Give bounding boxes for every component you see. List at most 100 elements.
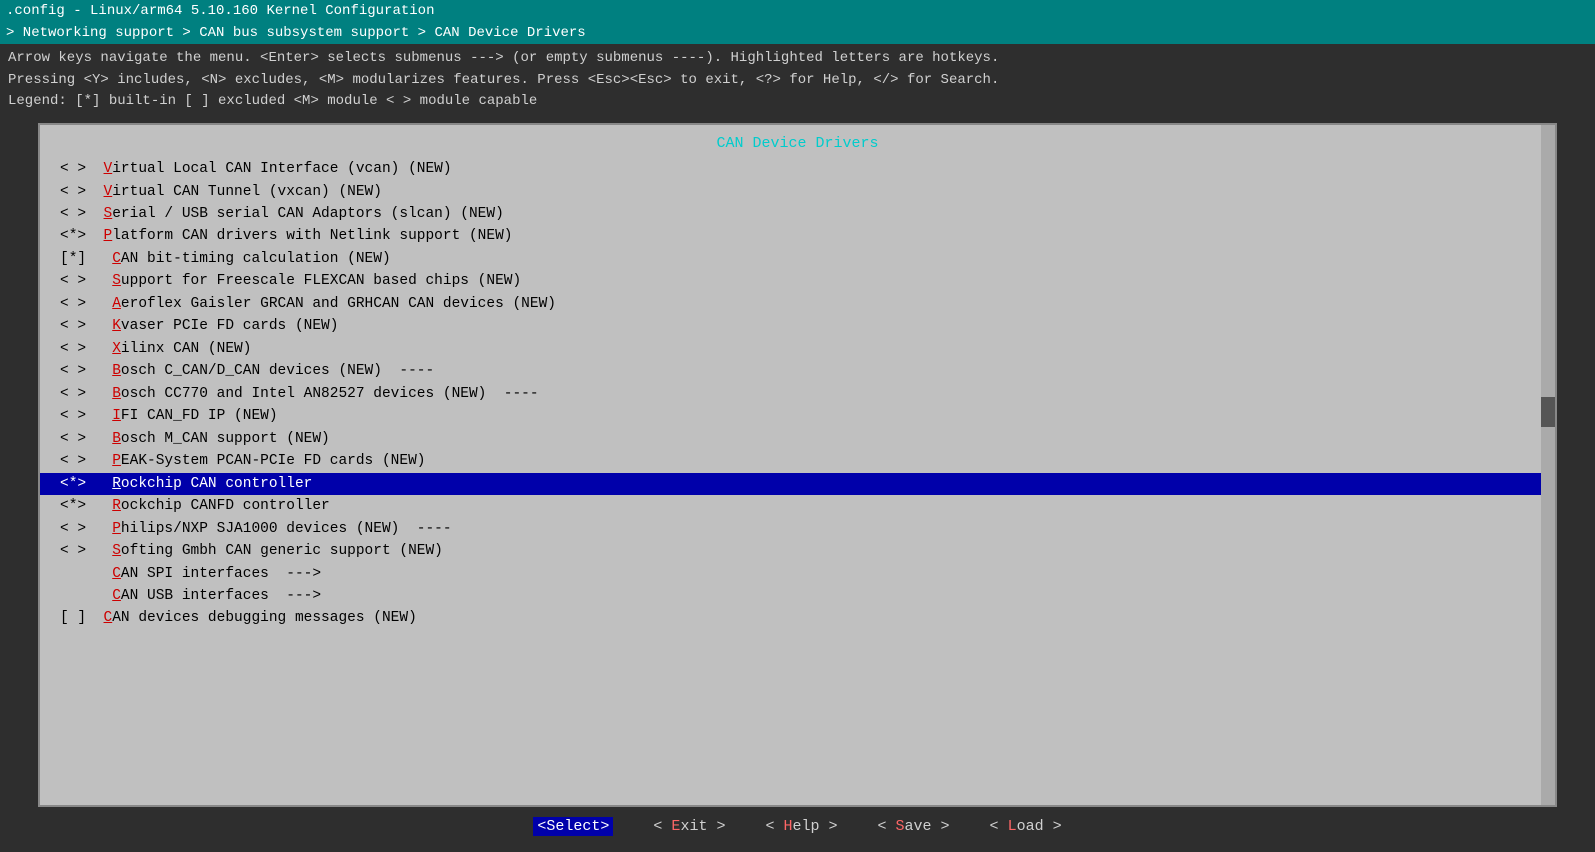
window-title: .config - Linux/arm64 5.10.160 Kernel Co… (6, 3, 434, 19)
menu-item-suffix-canusb: AN USB interfaces ---> (121, 588, 321, 604)
scrollbar-thumb[interactable] (1541, 397, 1555, 427)
menu-item-hotkey-cantiming: C (112, 251, 121, 267)
menu-item-hotkey-pcanpcie: P (112, 453, 121, 469)
menu-item-bosch770[interactable]: < > Bosch CC770 and Intel AN82527 device… (40, 383, 1555, 405)
menu-title: CAN Device Drivers (40, 135, 1555, 152)
menu-item-prefix-xilinx: < > (60, 341, 112, 357)
help-button[interactable]: < Help > (765, 818, 837, 835)
help-hotkey: H (783, 818, 792, 835)
menu-item-hotkey-softing: S (112, 543, 121, 559)
bottom-buttons: <Select> < Exit > < Help > < Save > < Lo… (8, 807, 1587, 844)
menu-item-prefix-boschccan: < > (60, 363, 112, 379)
help-text: Arrow keys navigate the menu. <Enter> se… (8, 44, 1587, 117)
menu-item-rockchipfd[interactable]: <*> Rockchip CANFD controller (40, 495, 1555, 517)
menu-item-suffix-pcanpcie: EAK-System PCAN-PCIe FD cards (NEW) (121, 453, 426, 469)
menu-item-grcan[interactable]: < > Aeroflex Gaisler GRCAN and GRHCAN CA… (40, 293, 1555, 315)
menu-item-rockchip[interactable]: <*> Rockchip CAN controller (40, 473, 1555, 495)
menu-item-platcan[interactable]: <*> Platform CAN drivers with Netlink su… (40, 225, 1555, 247)
menu-item-hotkey-rockchip: R (112, 476, 121, 492)
menu-item-hotkey-candebug: C (104, 610, 113, 626)
menu-item-prefix-slcan: < > (60, 206, 104, 222)
menu-item-prefix-sja1000: < > (60, 521, 112, 537)
menu-item-suffix-vxcan: irtual CAN Tunnel (vxcan) (NEW) (112, 184, 382, 200)
menu-item-hotkey-vcan: V (104, 161, 113, 177)
menu-item-hotkey-ifi: I (112, 408, 121, 424)
menu-item-suffix-rockchipfd: ockchip CANFD controller (121, 498, 330, 514)
menu-item-prefix-bosch770: < > (60, 386, 112, 402)
menu-item-canusb[interactable]: CAN USB interfaces ---> (40, 585, 1555, 607)
menu-item-suffix-bosch770: osch CC770 and Intel AN82527 devices (NE… (121, 386, 539, 402)
menu-item-suffix-xilinx: ilinx CAN (NEW) (121, 341, 252, 357)
menu-item-suffix-boschccan: osch C_CAN/D_CAN devices (NEW) ---- (121, 363, 434, 379)
menu-item-hotkey-sja1000: P (112, 521, 121, 537)
menu-item-pcanpcie[interactable]: < > PEAK-System PCAN-PCIe FD cards (NEW) (40, 450, 1555, 472)
menu-item-suffix-platcan: latform CAN drivers with Netlink support… (112, 228, 512, 244)
save-button[interactable]: < Save > (878, 818, 950, 835)
menu-item-hotkey-platcan: P (104, 228, 113, 244)
menu-item-kvaser[interactable]: < > Kvaser PCIe FD cards (NEW) (40, 315, 1555, 337)
menu-item-hotkey-mcan: B (112, 431, 121, 447)
menu-item-canspi[interactable]: CAN SPI interfaces ---> (40, 563, 1555, 585)
menu-item-boschccan[interactable]: < > Bosch C_CAN/D_CAN devices (NEW) ---- (40, 360, 1555, 382)
menu-item-prefix-pcanpcie: < > (60, 453, 112, 469)
menu-item-slcan[interactable]: < > Serial / USB serial CAN Adaptors (sl… (40, 203, 1555, 225)
menu-item-suffix-vcan: irtual Local CAN Interface (vcan) (NEW) (112, 161, 451, 177)
menu-item-hotkey-canusb: C (112, 588, 121, 604)
menu-item-hotkey-vxcan: V (104, 184, 113, 200)
save-hotkey: S (896, 818, 905, 835)
help-line1: Arrow keys navigate the menu. <Enter> se… (8, 48, 1587, 70)
title-bar: .config - Linux/arm64 5.10.160 Kernel Co… (0, 0, 1595, 22)
menu-item-prefix-canusb (60, 588, 112, 604)
menu-item-cantiming[interactable]: [*] CAN bit-timing calculation (NEW) (40, 248, 1555, 270)
terminal: .config - Linux/arm64 5.10.160 Kernel Co… (0, 0, 1595, 852)
menu-item-softing[interactable]: < > Softing Gmbh CAN generic support (NE… (40, 540, 1555, 562)
menu-item-prefix-vcan: < > (60, 161, 104, 177)
menu-item-prefix-candebug: [ ] (60, 610, 104, 626)
menu-item-suffix-grcan: eroflex Gaisler GRCAN and GRHCAN CAN dev… (121, 296, 556, 312)
menu-item-vxcan[interactable]: < > Virtual CAN Tunnel (vxcan) (NEW) (40, 181, 1555, 203)
menu-item-suffix-cantiming: AN bit-timing calculation (NEW) (121, 251, 391, 267)
menu-item-suffix-canspi: AN SPI interfaces ---> (121, 566, 321, 582)
menu-item-suffix-mcan: osch M_CAN support (NEW) (121, 431, 330, 447)
menu-item-suffix-rockchip: ockchip CAN controller (121, 476, 312, 492)
menu-item-hotkey-rockchipfd: R (112, 498, 121, 514)
menu-item-suffix-slcan: erial / USB serial CAN Adaptors (slcan) … (112, 206, 504, 222)
menu-item-prefix-softing: < > (60, 543, 112, 559)
scrollbar[interactable] (1541, 125, 1555, 805)
help-line2: Pressing <Y> includes, <N> excludes, <M>… (8, 70, 1587, 92)
select-button[interactable]: <Select> (533, 817, 613, 836)
menu-item-sja1000[interactable]: < > Philips/NXP SJA1000 devices (NEW) --… (40, 518, 1555, 540)
menu-item-prefix-vxcan: < > (60, 184, 104, 200)
menu-item-prefix-rockchip: <*> (60, 476, 112, 492)
menu-item-hotkey-grcan: A (112, 296, 121, 312)
menu-item-suffix-sja1000: hilips/NXP SJA1000 devices (NEW) ---- (121, 521, 452, 537)
menu-item-prefix-canspi (60, 566, 112, 582)
menu-item-hotkey-kvaser: K (112, 318, 121, 334)
menu-item-hotkey-bosch770: B (112, 386, 121, 402)
menu-item-prefix-platcan: <*> (60, 228, 104, 244)
menu-item-suffix-softing: ofting Gmbh CAN generic support (NEW) (121, 543, 443, 559)
menu-item-prefix-flexcan: < > (60, 273, 112, 289)
breadcrumb-bar: > Networking support > CAN bus subsystem… (0, 22, 1595, 44)
menu-item-suffix-candebug: AN devices debugging messages (NEW) (112, 610, 417, 626)
menu-item-hotkey-slcan: S (104, 206, 113, 222)
menu-item-prefix-cantiming: [*] (60, 251, 112, 267)
menu-item-hotkey-xilinx: X (112, 341, 121, 357)
menu-item-flexcan[interactable]: < > Support for Freescale FLEXCAN based … (40, 270, 1555, 292)
menu-item-candebug[interactable]: [ ] CAN devices debugging messages (NEW) (40, 607, 1555, 629)
menu-item-prefix-grcan: < > (60, 296, 112, 312)
menu-item-prefix-mcan: < > (60, 431, 112, 447)
menu-item-suffix-ifi: FI CAN_FD IP (NEW) (121, 408, 278, 424)
load-button[interactable]: < Load > (990, 818, 1062, 835)
menu-item-prefix-rockchipfd: <*> (60, 498, 112, 514)
menu-item-xilinx[interactable]: < > Xilinx CAN (NEW) (40, 338, 1555, 360)
menu-item-prefix-ifi: < > (60, 408, 112, 424)
exit-button[interactable]: < Exit > (653, 818, 725, 835)
menu-item-vcan[interactable]: < > Virtual Local CAN Interface (vcan) (… (40, 158, 1555, 180)
menu-item-hotkey-canspi: C (112, 566, 121, 582)
menu-box: CAN Device Drivers < > Virtual Local CAN… (38, 123, 1557, 807)
menu-item-ifi[interactable]: < > IFI CAN_FD IP (NEW) (40, 405, 1555, 427)
content-area: Arrow keys navigate the menu. <Enter> se… (0, 44, 1595, 852)
menu-item-prefix-kvaser: < > (60, 318, 112, 334)
menu-item-mcan[interactable]: < > Bosch M_CAN support (NEW) (40, 428, 1555, 450)
